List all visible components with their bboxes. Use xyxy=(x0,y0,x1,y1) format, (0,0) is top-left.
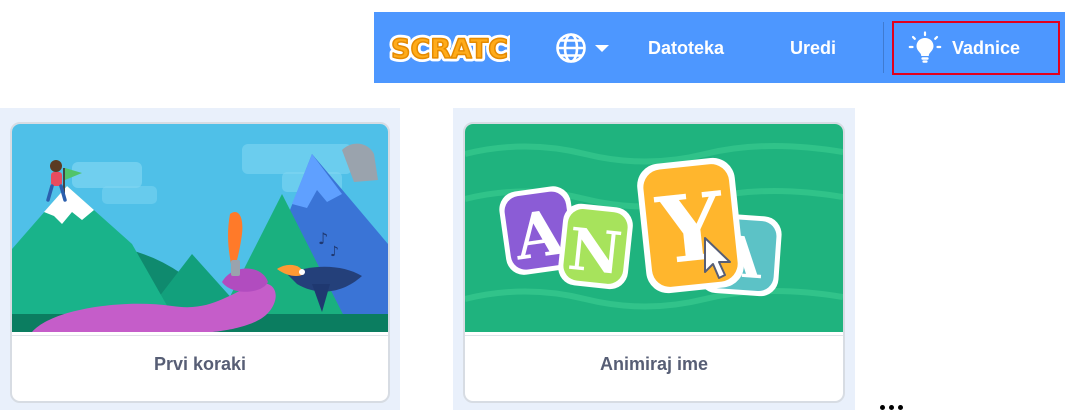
tutorial-card-getting-started[interactable]: ♪ ♪ Prvi koraki xyxy=(10,122,390,403)
tutorials-label: Vadnice xyxy=(952,37,1021,58)
globe-icon xyxy=(556,33,586,63)
menu-file[interactable]: Datoteka xyxy=(648,34,724,62)
animate-name-thumbnail: A N A Y xyxy=(465,124,843,332)
menu-edit[interactable]: Uredi xyxy=(790,34,836,62)
lightbulb-icon xyxy=(908,31,942,63)
svg-text:SCRATCH: SCRATCH xyxy=(391,34,510,65)
tutorial-card-wrapper: ♪ ♪ Prvi koraki xyxy=(0,108,400,410)
chevron-down-icon xyxy=(595,45,609,52)
getting-started-thumbnail: ♪ ♪ xyxy=(12,124,388,332)
tutorial-card-wrapper: A N A Y Animiraj ime xyxy=(453,108,855,410)
svg-text:♪: ♪ xyxy=(318,229,328,248)
svg-text:♪: ♪ xyxy=(330,244,339,260)
menu-divider xyxy=(883,22,884,73)
tutorials-button[interactable]: Vadnice xyxy=(892,21,1060,75)
tutorial-card-title: Prvi koraki xyxy=(12,335,388,401)
svg-text:N: N xyxy=(565,215,625,288)
tutorial-card-animate-name[interactable]: A N A Y Animiraj ime xyxy=(463,122,845,403)
scratch-logo[interactable]: SCRATCH SCRATCH xyxy=(388,26,510,69)
menu-bar: SCRATCH SCRATCH Datoteka Uredi xyxy=(374,12,1065,83)
more-indicator xyxy=(880,396,903,410)
tutorial-card-title: Animiraj ime xyxy=(465,335,843,401)
language-selector[interactable] xyxy=(554,31,616,65)
